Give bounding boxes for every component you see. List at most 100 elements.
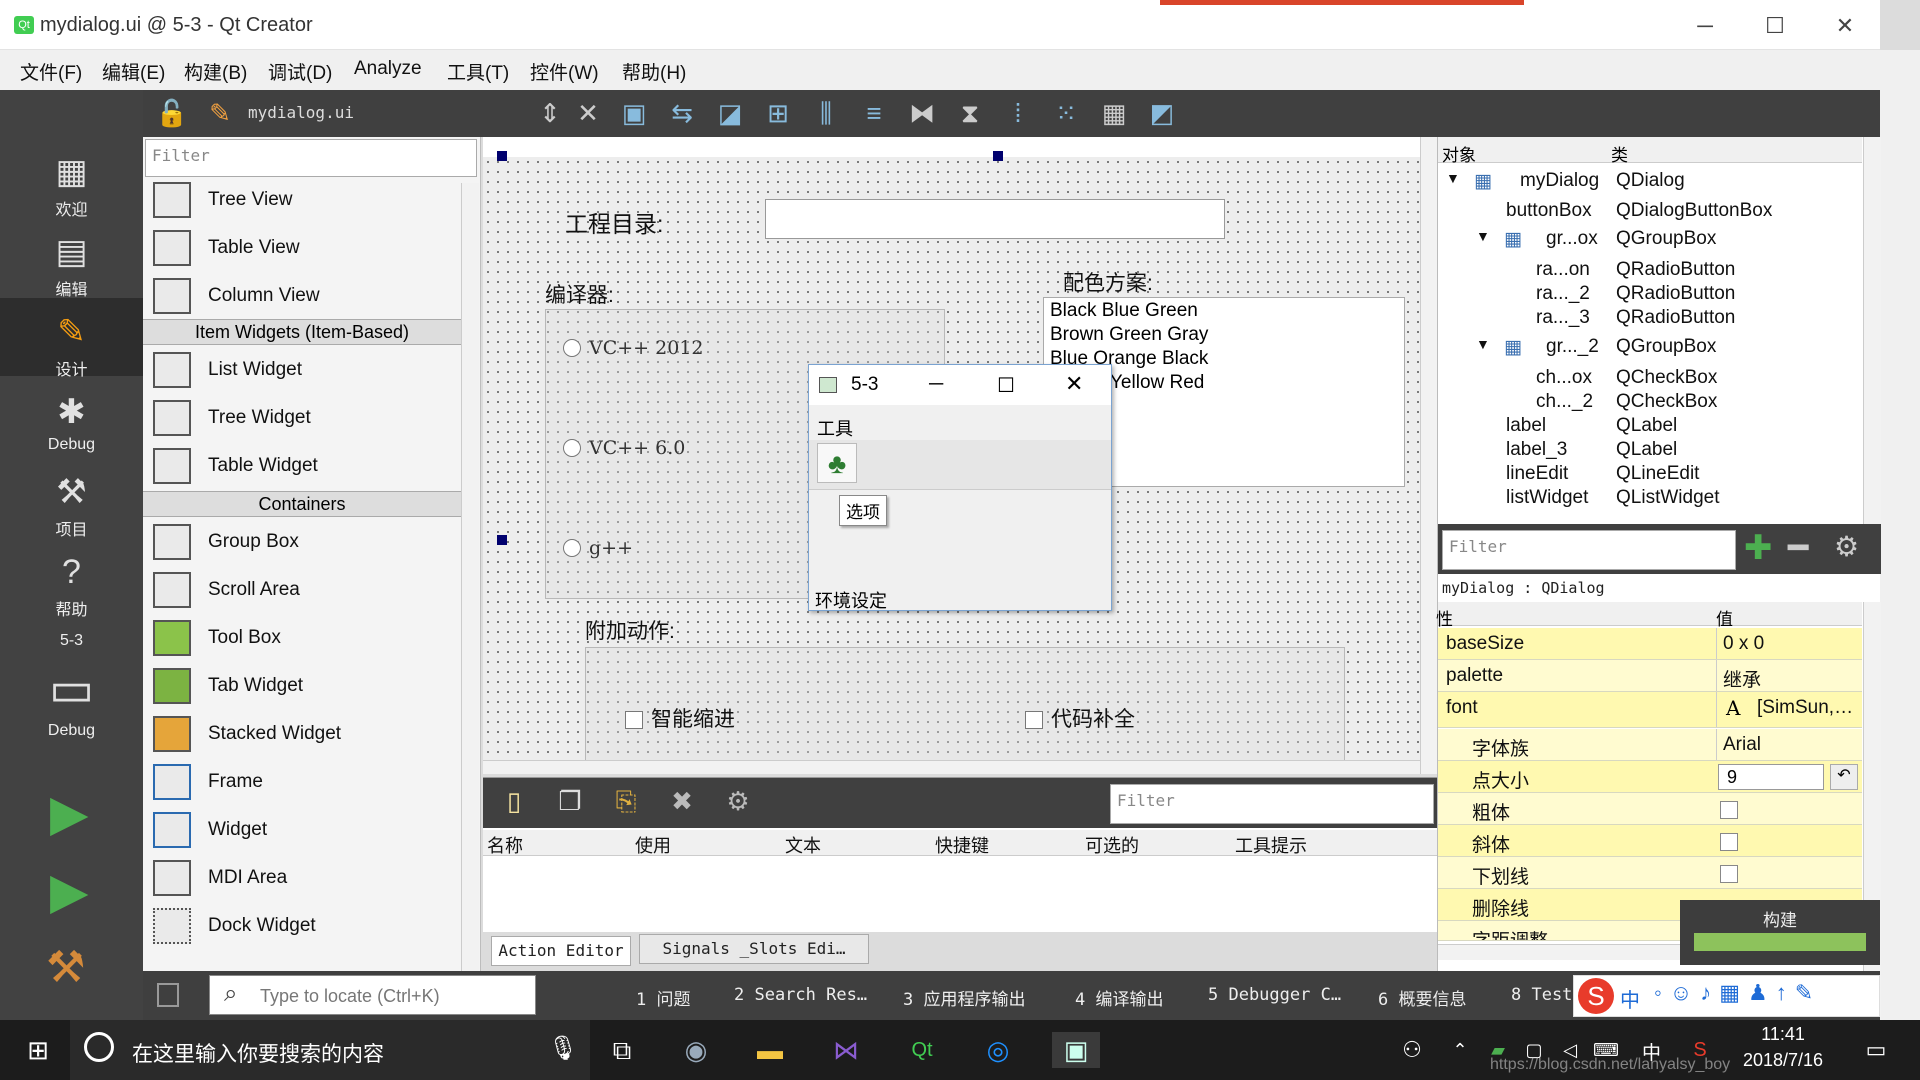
col-name[interactable]: 名称 [487, 832, 523, 858]
widget-item-dock-widget[interactable]: Dock Widget [153, 903, 463, 949]
ime-mode[interactable]: 中 [1620, 984, 1640, 1013]
visual-studio-icon[interactable]: ⋈ [822, 1032, 870, 1068]
canvas-vscroll[interactable] [1420, 137, 1438, 774]
pane-search-results[interactable]: 2 Search Res… [734, 985, 867, 1005]
col-shortcut[interactable]: 快捷键 [935, 832, 989, 858]
category-item-widgets[interactable]: Item Widgets (Item-Based) [143, 319, 461, 345]
property-row[interactable]: 点大小 9 ↶ [1438, 761, 1862, 793]
widget-item-table-view[interactable]: Table View [153, 225, 463, 271]
pane-app-output[interactable]: 3 应用程序输出 [903, 985, 1025, 1010]
paste-action-icon[interactable]: ⎘ [609, 784, 643, 818]
tree-row[interactable]: label_3 QLabel [1438, 439, 1858, 463]
pane-compile-output[interactable]: 4 编译输出 [1075, 985, 1163, 1010]
menu-analyze[interactable]: Analyze [354, 58, 422, 80]
reset-icon[interactable]: ↶ [1830, 764, 1858, 790]
property-value[interactable]: 0 x 0 [1716, 628, 1862, 659]
app-icon-1[interactable]: ◉ [672, 1032, 720, 1068]
layout-vertical-icon[interactable]: ≡ [857, 96, 891, 130]
task-view-icon[interactable]: ⧉ [598, 1032, 646, 1068]
widget-item-mdi-area[interactable]: MDI Area [153, 855, 463, 901]
tree-row[interactable]: listWidget QListWidget [1438, 487, 1858, 511]
menu-widgets[interactable]: 控件(W) [530, 58, 599, 85]
build-hammer-icon[interactable]: ⚒ [46, 942, 85, 993]
locator-input[interactable]: ⌕ Type to locate (Ctrl+K) [209, 975, 536, 1015]
list-item[interactable]: Yellow Red [1110, 372, 1204, 394]
sidebar-toggle-icon[interactable] [157, 983, 179, 1007]
resize-handle-left[interactable] [497, 535, 507, 545]
object-scrollbar[interactable] [1863, 137, 1881, 524]
mode-design[interactable]: ✎ 设计 [0, 312, 143, 380]
bold-checkbox[interactable] [1720, 801, 1738, 819]
list-item[interactable]: Brown Green Gray [1050, 324, 1208, 346]
col-tooltip[interactable]: 工具提示 [1235, 832, 1307, 858]
preview-dialog[interactable]: 5-3 ─ ☐ ✕ 工具 ♣ 选项 环境设定 [808, 364, 1112, 611]
edit-signals-icon[interactable]: ⇆ [665, 96, 699, 130]
collapse-arrow-icon[interactable]: ▼ [1446, 170, 1460, 186]
new-action-icon[interactable]: ▯ [497, 784, 531, 818]
tree-row[interactable]: ra..._2 QRadioButton [1438, 283, 1858, 307]
widget-item-group-box[interactable]: Group Box [153, 519, 463, 565]
widget-item-table-widget[interactable]: Table Widget [153, 443, 463, 489]
col-used[interactable]: 使用 [635, 832, 671, 858]
add-property-icon[interactable]: ✚ [1744, 528, 1773, 568]
maximize-button[interactable]: ☐ [1750, 8, 1800, 44]
tab-action-editor[interactable]: Action Editor [491, 936, 631, 966]
menu-file[interactable]: 文件(F) [20, 58, 82, 85]
mode-debug[interactable]: ✱ Debug [0, 392, 143, 454]
radio-vc2012[interactable]: VC++ 2012 [563, 337, 704, 359]
clover-icon[interactable]: ♣ [817, 443, 857, 483]
configure-action-icon[interactable]: ⚙ [721, 784, 755, 818]
tree-row[interactable]: ra...on QRadioButton [1438, 259, 1858, 283]
tab-signals-slots[interactable]: Signals _Slots Edi… [639, 934, 869, 964]
property-row[interactable]: 粗体 [1438, 793, 1862, 825]
browser-icon[interactable]: ◎ [974, 1032, 1022, 1068]
collapse-arrow-icon[interactable]: ▼ [1476, 336, 1490, 352]
edit-widgets-icon[interactable]: ▣ [617, 96, 651, 130]
mode-help[interactable]: ? 帮助 [0, 552, 143, 620]
windows-start-icon[interactable]: ⊞ [14, 1032, 62, 1068]
popup-close-icon[interactable]: ✕ [1065, 371, 1083, 397]
popup-maximize-icon[interactable]: ☐ [997, 373, 1015, 398]
action-filter-input[interactable]: Filter [1110, 784, 1434, 824]
widget-filter-input[interactable]: Filter [145, 139, 477, 177]
copy-action-icon[interactable]: ❐ [553, 784, 587, 818]
widget-item-column-view[interactable]: Column View [153, 273, 463, 319]
adjust-size-icon[interactable]: ◩ [1145, 96, 1179, 130]
edit-tab-order-icon[interactable]: ⊞ [761, 96, 795, 130]
close-button[interactable]: ✕ [1820, 8, 1870, 44]
col-property[interactable]: 性 [1436, 605, 1453, 630]
widget-box-scrollbar[interactable] [461, 183, 479, 971]
microphone-icon[interactable]: 🎙 [548, 1034, 578, 1063]
layout-horizontal-icon[interactable]: ⫼ [809, 96, 843, 130]
pane-test-results[interactable]: 8 Test [1511, 985, 1572, 1005]
category-containers[interactable]: Containers [143, 491, 461, 517]
widget-item-tree-view[interactable]: Tree View [153, 177, 463, 223]
tree-row[interactable]: label QLabel [1438, 415, 1858, 439]
taskbar-search-box[interactable]: 在这里输入你要搜索的内容 🎙 [70, 1020, 590, 1080]
italic-checkbox[interactable] [1720, 833, 1738, 851]
col-checkable[interactable]: 可选的 [1085, 832, 1139, 858]
widget-item-tool-box[interactable]: Tool Box [153, 615, 463, 661]
resize-handle-top-left[interactable] [497, 151, 507, 161]
radio-vc6[interactable]: VC++ 6.0 [563, 437, 685, 459]
col-value[interactable]: 值 [1716, 605, 1733, 630]
menu-help[interactable]: 帮助(H) [622, 58, 686, 85]
splitter-horizontal-icon[interactable]: ⧓ [905, 96, 939, 130]
menu-debug[interactable]: 调试(D) [268, 58, 332, 85]
widget-item-tree-widget[interactable]: Tree Widget [153, 395, 463, 441]
pane-issues[interactable]: 1 问题 [636, 985, 690, 1010]
updown-icon[interactable]: ⇕ [533, 96, 567, 130]
property-row[interactable]: 下划线 [1438, 857, 1862, 889]
underline-checkbox[interactable] [1720, 865, 1738, 883]
property-row[interactable]: font [SimSun,… A [1438, 692, 1862, 728]
edit-buddies-icon[interactable]: ◪ [713, 96, 747, 130]
layout-form-icon[interactable]: ⁞ [1001, 96, 1035, 130]
tree-row[interactable]: buttonBox QDialogButtonBox [1438, 200, 1858, 224]
list-item[interactable]: Black Blue Green [1050, 300, 1198, 322]
configure-property-icon[interactable]: ⚙ [1834, 530, 1859, 563]
open-file-name[interactable]: mydialog.ui [248, 103, 354, 122]
tree-row[interactable]: ch..._2 QCheckBox [1438, 391, 1858, 415]
resize-handle-top[interactable] [993, 151, 1003, 161]
tree-row[interactable]: ▼ ▦ gr..._2 QGroupBox [1438, 336, 1858, 360]
ime-toolbar[interactable]: S 中 ◦☺♪▦♟↑✎ [1573, 975, 1880, 1017]
